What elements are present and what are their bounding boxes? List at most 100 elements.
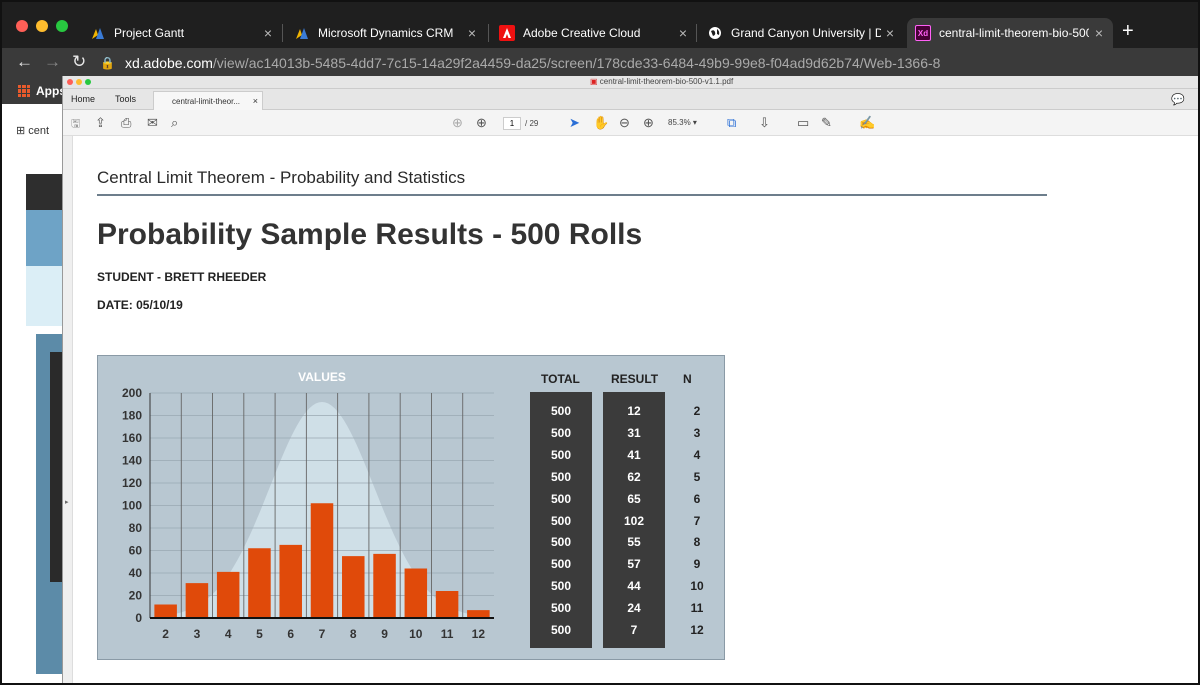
browser-toolbar: ← → ↻ 🔒 xd.adobe.com/view/ac14013b-5485-…	[2, 48, 1198, 78]
result-cell: 55	[627, 535, 641, 550]
expand-arrow-icon[interactable]: ▸	[65, 498, 69, 506]
tab-label: Microsoft Dynamics CRM	[318, 26, 454, 40]
close-tab-icon[interactable]: ×	[886, 25, 894, 41]
page-total: / 29	[525, 119, 539, 128]
browser-tab[interactable]: Adobe Creative Cloud ×	[491, 18, 697, 48]
result-cell: 102	[623, 513, 645, 528]
n-cell: 4	[693, 447, 701, 462]
viewer-maximize-button[interactable]	[85, 79, 91, 85]
browser-tab-active[interactable]: Xd central-limit-theorem-bio-500 ×	[907, 18, 1113, 48]
result-cell: 44	[627, 579, 641, 594]
zoom-select[interactable]: 85.3% ▾	[668, 118, 714, 130]
dynamics-logo-icon	[294, 25, 310, 41]
pdf-viewer-window: ▣ central-limit-theorem-bio-500-v1.1.pdf…	[62, 76, 1198, 683]
reload-icon[interactable]: ↻	[72, 52, 86, 72]
email-icon[interactable]: ✉	[147, 115, 158, 131]
viewer-window-controls	[67, 79, 91, 85]
select-cursor-icon[interactable]: ➤	[569, 115, 580, 131]
adobe-logo-icon	[499, 25, 515, 41]
background-page: ⊞ cent	[2, 104, 66, 683]
browser-tab[interactable]: Grand Canyon University | Digi ×	[699, 18, 904, 48]
pdf-file-icon: ▣	[590, 77, 598, 86]
new-tab-button[interactable]: +	[1122, 20, 1134, 43]
tab-separator	[488, 24, 489, 42]
viewer-titlebar: ▣ central-limit-theorem-bio-500-v1.1.pdf	[63, 76, 1198, 89]
y-tick-label: 60	[129, 544, 143, 558]
total-cell: 500	[550, 425, 572, 440]
result-cell: 57	[627, 557, 641, 572]
sidebar-toggle-strip[interactable]: ▸	[63, 136, 73, 683]
url-host: xd.adobe.com	[124, 55, 213, 71]
globe-icon	[707, 25, 723, 41]
maximize-window-button[interactable]	[56, 20, 68, 32]
n-cell: 8	[693, 535, 701, 550]
n-cell: 6	[693, 491, 701, 506]
fit-page-icon[interactable]: ⧉	[727, 115, 736, 131]
scroll-mode-icon[interactable]: ⇩	[759, 115, 770, 131]
zoom-out-icon[interactable]: ⊖	[619, 115, 630, 131]
comment-icon[interactable]: ▭	[797, 115, 809, 131]
y-tick-label: 40	[129, 566, 143, 580]
close-tab-icon[interactable]: ×	[679, 25, 687, 41]
hand-tool-icon[interactable]: ✋	[593, 115, 609, 131]
close-window-button[interactable]	[16, 20, 28, 32]
bar	[435, 591, 459, 618]
y-tick-label: 140	[122, 454, 142, 468]
bar	[216, 571, 240, 618]
total-cell: 500	[550, 513, 572, 528]
save-icon[interactable]: 🖫	[71, 115, 80, 134]
result-cell: 12	[627, 404, 641, 418]
viewer-minimize-button[interactable]	[76, 79, 82, 85]
viewer-close-button[interactable]	[67, 79, 73, 85]
results-panel: 0 20 40 60 80 100 120 140 160 180 200 2 3 4 5 6 7 8 9 10 11 1…	[97, 355, 725, 660]
close-tab-icon[interactable]: ×	[468, 25, 476, 41]
tab-label: Adobe Creative Cloud	[523, 26, 641, 40]
close-document-tab-icon[interactable]: ×	[253, 96, 258, 106]
n-cell: 2	[693, 404, 701, 418]
page-number-input[interactable]: 1	[503, 117, 521, 130]
close-tab-icon[interactable]: ×	[264, 25, 272, 41]
result-cell: 24	[627, 601, 641, 616]
next-page-icon[interactable]: ⊕	[476, 115, 487, 131]
browser-tab-strip: Project Gantt × Microsoft Dynamics CRM ×…	[2, 2, 1198, 48]
browser-tab[interactable]: Microsoft Dynamics CRM ×	[286, 18, 486, 48]
result-cell: 31	[627, 425, 641, 440]
apps-bookmark[interactable]: Apps	[18, 84, 66, 98]
sign-icon[interactable]: ✍	[859, 115, 875, 131]
pdf-document-page: ▸ Central Limit Theorem - Probability an…	[63, 136, 1198, 683]
print-icon[interactable]: ⎙	[121, 115, 131, 131]
document-tab[interactable]: central-limit-theor... ×	[153, 91, 263, 110]
back-arrow-icon[interactable]: ←	[16, 52, 33, 72]
menu-home[interactable]: Home	[71, 94, 95, 104]
menu-tools[interactable]: Tools	[115, 94, 136, 104]
highlight-pen-icon[interactable]: ✎	[821, 115, 832, 131]
n-cell: 3	[693, 425, 701, 440]
student-name: STUDENT - BRETT RHEEDER	[97, 270, 267, 284]
y-tick-label: 160	[122, 431, 142, 445]
forward-arrow-icon[interactable]: →	[44, 52, 61, 72]
x-tick-label: 12	[472, 627, 486, 641]
bar	[248, 548, 271, 618]
x-tick-label: 5	[256, 627, 263, 641]
address-bar[interactable]: 🔒 xd.adobe.com/view/ac14013b-5485-4dd7-7…	[100, 52, 1190, 74]
document-title: Probability Sample Results - 500 Rolls	[97, 218, 643, 251]
x-tick-label: 11	[441, 627, 454, 641]
total-cell: 500	[550, 601, 572, 616]
browser-tab[interactable]: Project Gantt ×	[82, 18, 282, 48]
viewer-filename-text: central-limit-theorem-bio-500-v1.1.pdf	[599, 77, 734, 86]
n-cell: 5	[693, 469, 701, 484]
total-cell: 500	[550, 447, 572, 462]
search-icon[interactable]: ⌕	[171, 115, 178, 131]
close-tab-icon[interactable]: ×	[1095, 25, 1103, 41]
upload-cloud-icon[interactable]: ⇪	[95, 115, 106, 131]
total-cell: 500	[550, 404, 572, 418]
bar	[279, 544, 302, 618]
zoom-value: 85.3%	[668, 118, 691, 127]
background-page-row: ⊞ cent	[16, 124, 49, 137]
zoom-in-icon[interactable]: ⊕	[643, 115, 654, 131]
minimize-window-button[interactable]	[36, 20, 48, 32]
tab-label: Grand Canyon University | Digi	[731, 26, 881, 40]
comment-bubble-icon[interactable]: 💬	[1171, 93, 1185, 106]
previous-page-icon[interactable]: ⊕	[452, 115, 463, 131]
result-cell: 62	[627, 469, 641, 484]
